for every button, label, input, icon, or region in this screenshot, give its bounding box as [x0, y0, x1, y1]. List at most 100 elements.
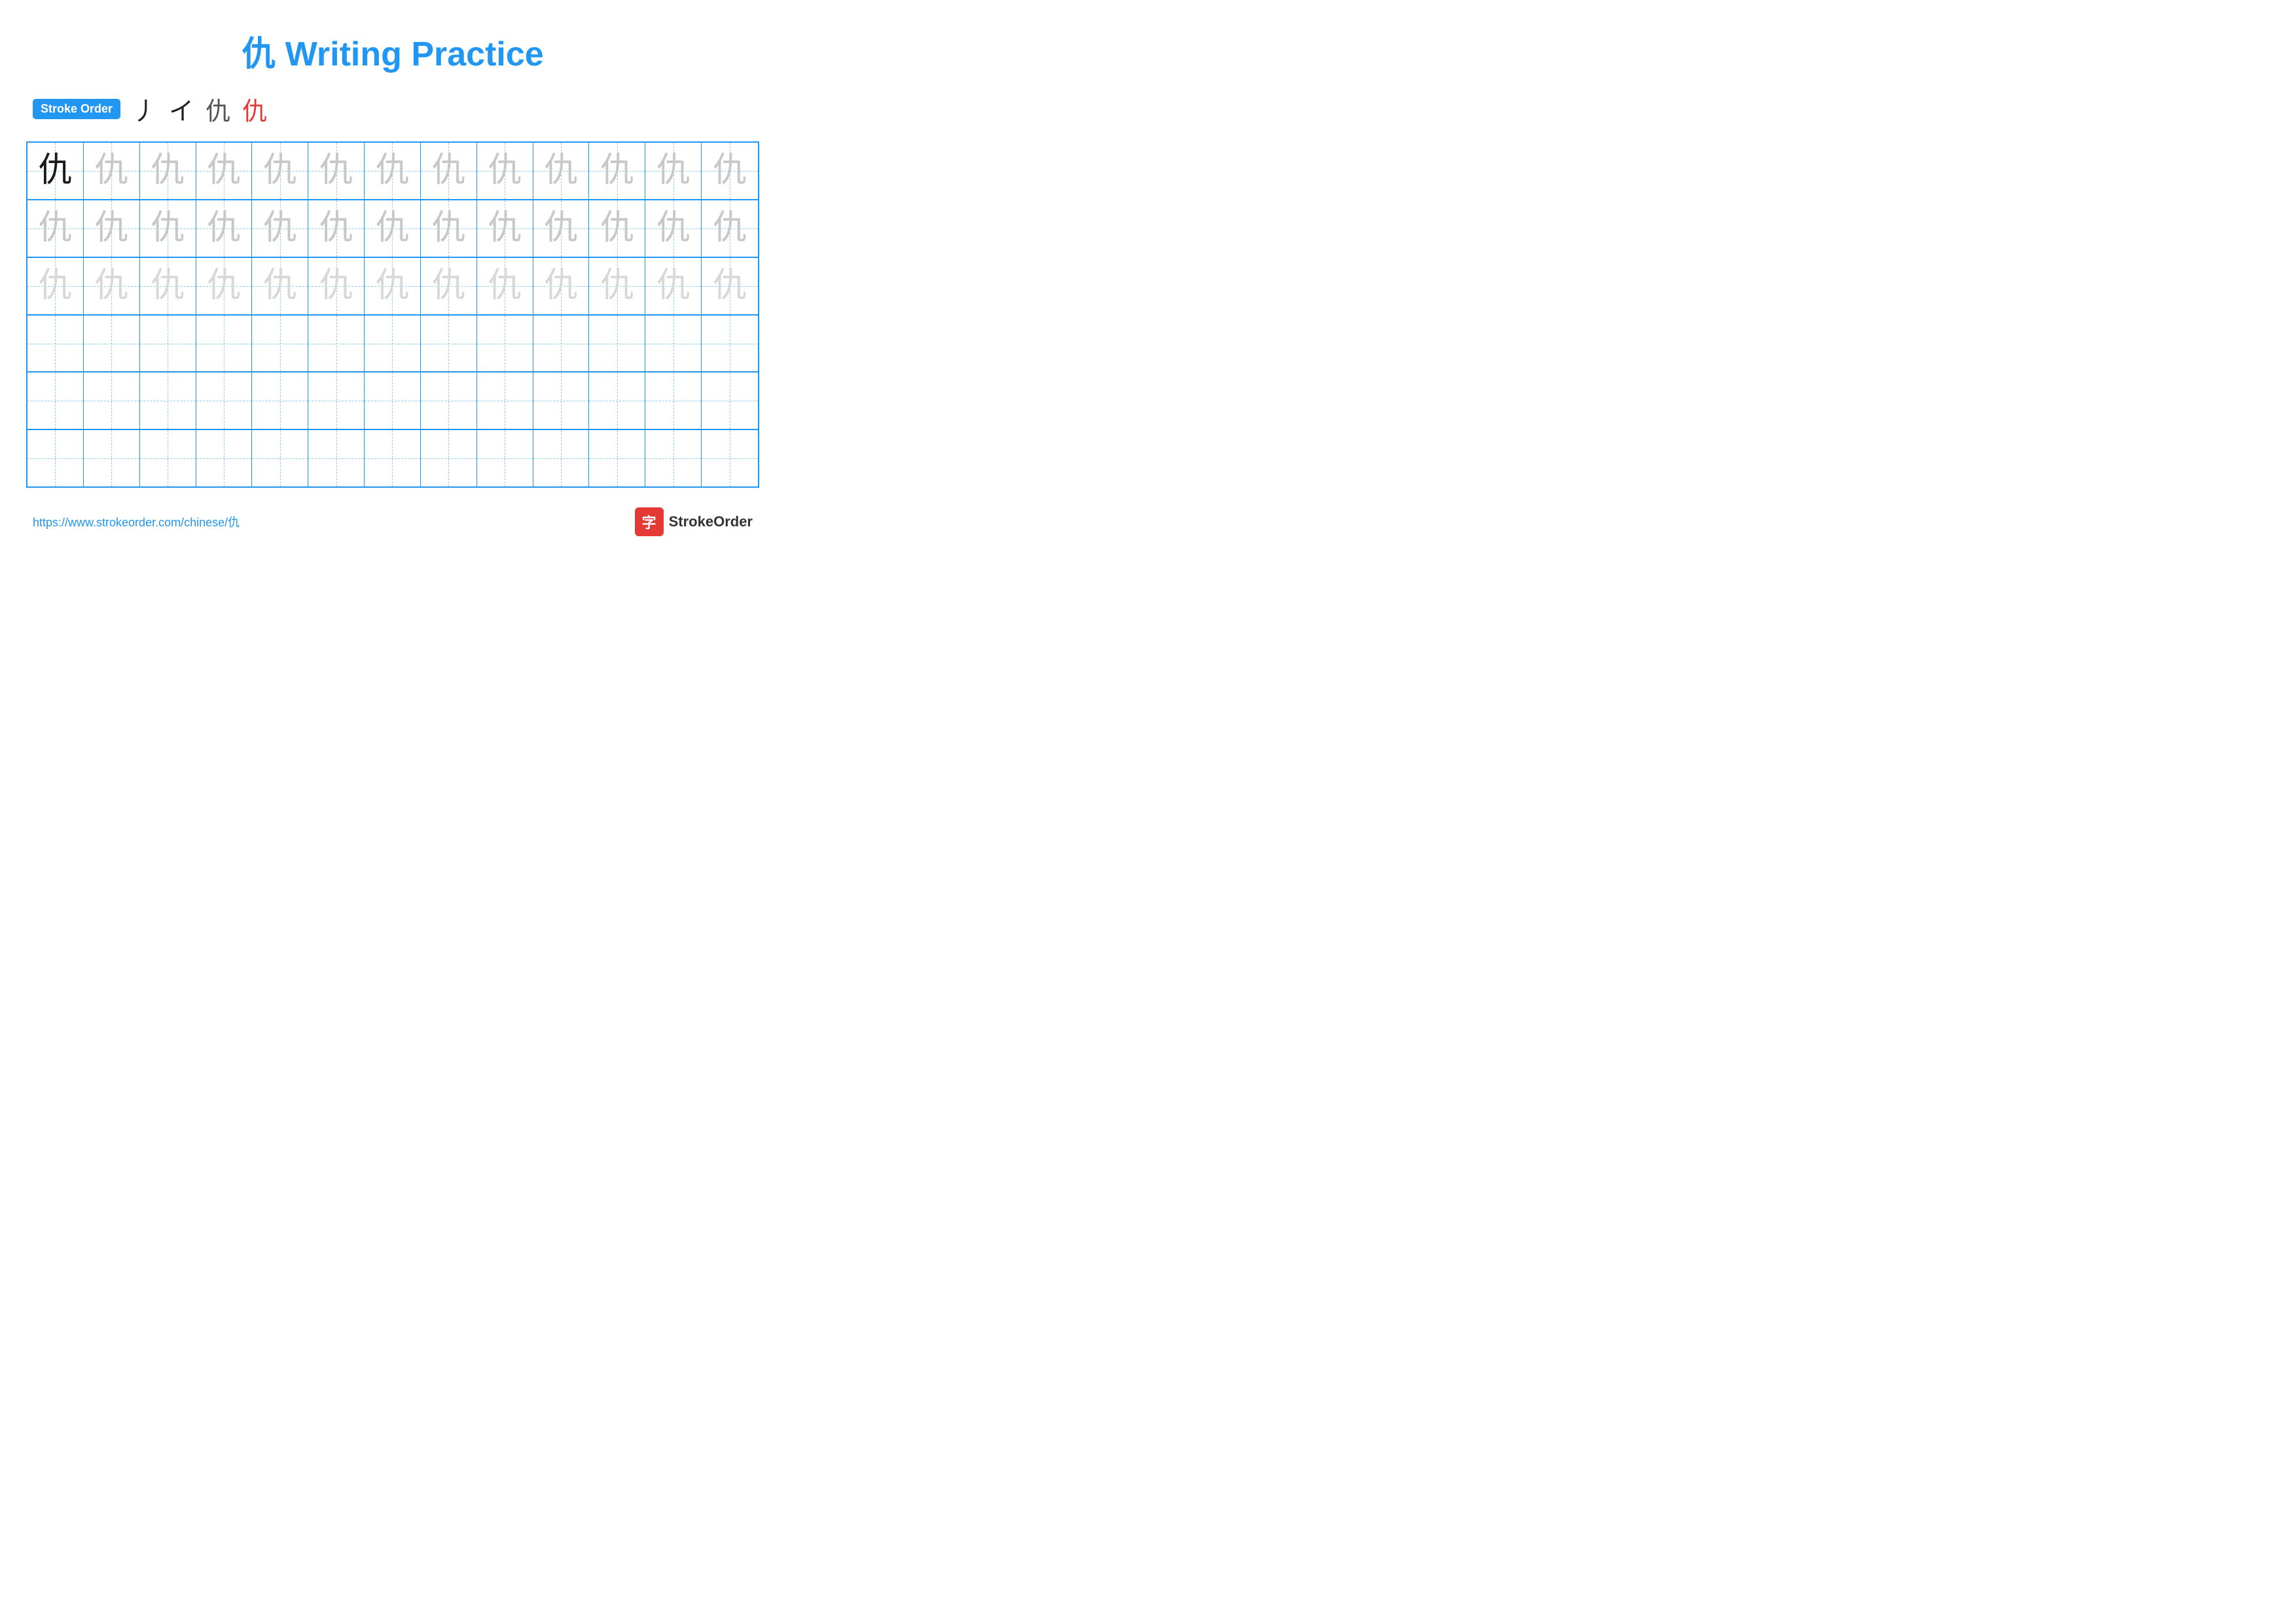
footer-url[interactable]: https://www.strokeorder.com/chinese/仇 — [33, 513, 240, 530]
grid-cell[interactable]: 仇 — [84, 143, 140, 199]
grid-cell[interactable] — [533, 430, 590, 486]
grid-cell[interactable]: 仇 — [196, 143, 253, 199]
grid-cell[interactable]: 仇 — [477, 143, 533, 199]
grid-cell[interactable] — [27, 316, 84, 372]
grid-cell[interactable] — [84, 430, 140, 486]
grid-cell[interactable]: 仇 — [645, 200, 702, 257]
grid-cell[interactable] — [140, 430, 196, 486]
cell-char: 仇 — [319, 154, 353, 188]
grid-cell[interactable]: 仇 — [645, 258, 702, 314]
grid-cell[interactable] — [252, 430, 308, 486]
grid-cell[interactable] — [589, 430, 645, 486]
grid-cell[interactable] — [477, 316, 533, 372]
footer: https://www.strokeorder.com/chinese/仇 字 … — [26, 507, 759, 536]
cell-char: 仇 — [488, 269, 522, 303]
grid-cell[interactable]: 仇 — [27, 143, 84, 199]
grid-cell[interactable] — [252, 373, 308, 429]
cell-char: 仇 — [544, 269, 578, 303]
grid-cell[interactable]: 仇 — [365, 258, 421, 314]
grid-cell[interactable] — [365, 316, 421, 372]
grid-cell[interactable]: 仇 — [533, 143, 590, 199]
grid-cell[interactable] — [702, 430, 758, 486]
grid-cell[interactable]: 仇 — [477, 258, 533, 314]
grid-cell[interactable] — [252, 316, 308, 372]
grid-cell[interactable] — [308, 430, 365, 486]
grid-cell[interactable]: 仇 — [252, 200, 308, 257]
grid-cell[interactable]: 仇 — [365, 143, 421, 199]
grid-cell[interactable]: 仇 — [533, 258, 590, 314]
grid-cell[interactable] — [645, 430, 702, 486]
cell-char: 仇 — [151, 154, 185, 188]
grid-cell[interactable] — [196, 316, 253, 372]
cell-char: 仇 — [207, 211, 241, 246]
grid-cell[interactable]: 仇 — [84, 258, 140, 314]
grid-cell[interactable]: 仇 — [702, 143, 758, 199]
grid-cell[interactable] — [421, 316, 477, 372]
grid-cell[interactable] — [477, 430, 533, 486]
grid-cell[interactable]: 仇 — [477, 200, 533, 257]
grid-cell[interactable]: 仇 — [421, 258, 477, 314]
grid-cell[interactable] — [308, 316, 365, 372]
grid-cell[interactable] — [421, 430, 477, 486]
grid-cell[interactable] — [365, 373, 421, 429]
grid-cell[interactable] — [702, 316, 758, 372]
grid-cell[interactable] — [477, 373, 533, 429]
grid-cell[interactable]: 仇 — [140, 200, 196, 257]
grid-cell[interactable]: 仇 — [308, 143, 365, 199]
cell-char: 仇 — [94, 154, 128, 188]
cell-char: 仇 — [600, 154, 634, 188]
grid-cell[interactable] — [196, 430, 253, 486]
cell-char: 仇 — [600, 211, 634, 246]
grid-cell[interactable]: 仇 — [27, 200, 84, 257]
grid-cell[interactable]: 仇 — [589, 143, 645, 199]
cell-char: 仇 — [656, 269, 691, 303]
cell-char: 仇 — [431, 154, 465, 188]
grid-cell[interactable]: 仇 — [365, 200, 421, 257]
grid-cell[interactable]: 仇 — [589, 200, 645, 257]
grid-cell[interactable]: 仇 — [589, 258, 645, 314]
grid-cell[interactable] — [27, 373, 84, 429]
page-title: 仇 Writing Practice — [26, 26, 759, 75]
grid-cell[interactable]: 仇 — [702, 200, 758, 257]
cell-char: 仇 — [263, 154, 297, 188]
grid-cell[interactable] — [645, 316, 702, 372]
grid-cell[interactable]: 仇 — [421, 200, 477, 257]
grid-cell[interactable]: 仇 — [196, 258, 253, 314]
grid-cell[interactable]: 仇 — [308, 200, 365, 257]
grid-cell[interactable] — [589, 373, 645, 429]
stroke-order-row: Stroke Order 丿 イ 仇 仇 — [33, 91, 759, 127]
cell-char: 仇 — [431, 211, 465, 246]
grid-cell[interactable] — [421, 373, 477, 429]
grid-cell[interactable]: 仇 — [252, 143, 308, 199]
grid-cell[interactable]: 仇 — [421, 143, 477, 199]
cell-char: 仇 — [263, 211, 297, 246]
grid-cell[interactable] — [645, 373, 702, 429]
grid-cell[interactable] — [702, 373, 758, 429]
grid-cell[interactable] — [84, 316, 140, 372]
cell-char: 仇 — [375, 269, 409, 303]
grid-cell[interactable] — [533, 373, 590, 429]
grid-cell[interactable] — [308, 373, 365, 429]
grid-cell[interactable] — [533, 316, 590, 372]
grid-cell[interactable]: 仇 — [140, 258, 196, 314]
cell-char: 仇 — [263, 269, 297, 303]
grid-cell[interactable] — [27, 430, 84, 486]
grid-cell[interactable]: 仇 — [84, 200, 140, 257]
grid-cell[interactable]: 仇 — [27, 258, 84, 314]
grid-cell[interactable]: 仇 — [196, 200, 253, 257]
grid-row — [27, 430, 758, 486]
grid-cell[interactable]: 仇 — [702, 258, 758, 314]
stroke-order-badge: Stroke Order — [33, 99, 120, 119]
grid-cell[interactable] — [589, 316, 645, 372]
grid-cell[interactable]: 仇 — [140, 143, 196, 199]
grid-cell[interactable]: 仇 — [252, 258, 308, 314]
grid-cell[interactable] — [140, 373, 196, 429]
grid-cell[interactable] — [84, 373, 140, 429]
cell-char: 仇 — [713, 269, 747, 303]
grid-cell[interactable] — [365, 430, 421, 486]
grid-cell[interactable]: 仇 — [645, 143, 702, 199]
grid-cell[interactable] — [196, 373, 253, 429]
grid-cell[interactable]: 仇 — [533, 200, 590, 257]
grid-cell[interactable]: 仇 — [308, 258, 365, 314]
grid-cell[interactable] — [140, 316, 196, 372]
